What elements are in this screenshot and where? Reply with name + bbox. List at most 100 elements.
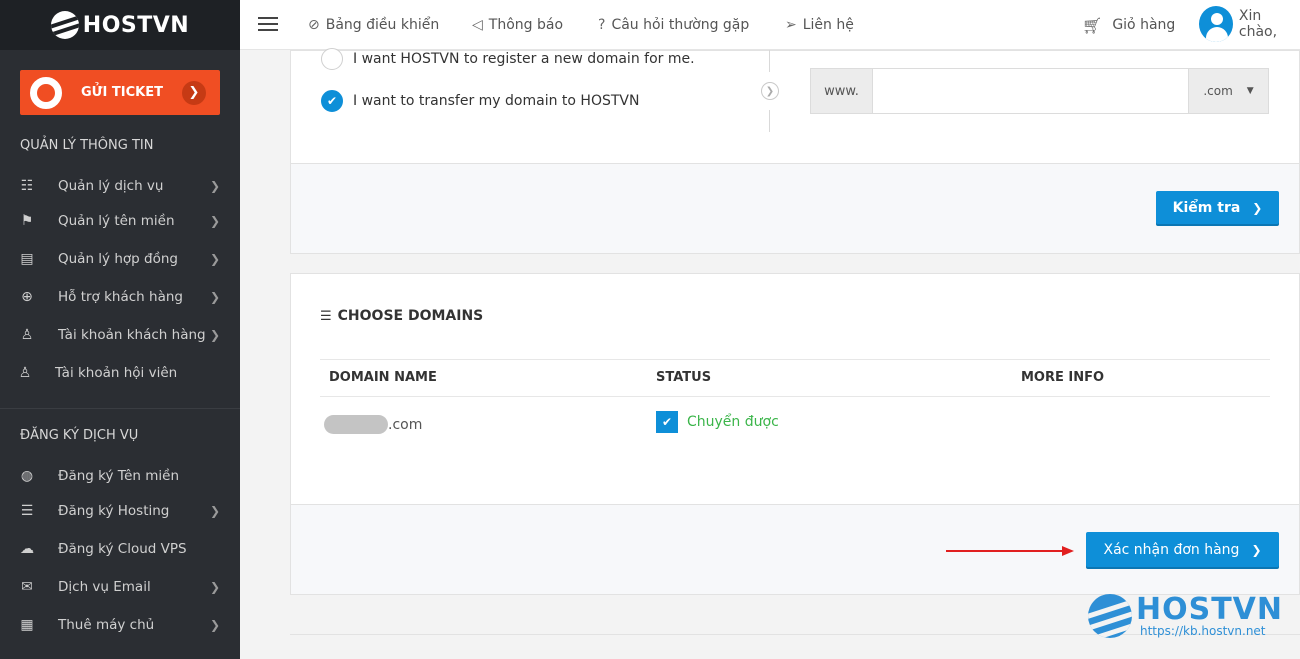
table-border (320, 396, 1270, 397)
avatar (1199, 6, 1233, 42)
chevron-right-icon: ❯ (1252, 200, 1263, 215)
sidebar-item-label: Quản lý tên miền (58, 213, 175, 229)
cloud-icon: ☁ (20, 541, 34, 557)
sidebar-item-support[interactable]: ⊕ Hỗ trợ khách hàng ❯ (0, 282, 240, 312)
option-register-domain[interactable]: I want HOSTVN to register a new domain f… (321, 48, 695, 70)
sidebar-item-label: Đăng ký Cloud VPS (58, 541, 187, 557)
chevron-right-icon: ❯ (1251, 542, 1262, 557)
greeting-label: Xin chào, (1238, 8, 1278, 40)
chevron-right-icon: ❯ (209, 214, 220, 228)
send-ticket-label: GỬI TICKET (81, 85, 163, 100)
cart-icon: 🛒︎ (1082, 15, 1103, 35)
paper-plane-icon: ➢ (785, 17, 797, 33)
redacted-domain-name (324, 415, 388, 434)
nav-faq[interactable]: ? Câu hỏi thường gặp (598, 0, 749, 50)
nav-dashboard-label: Bảng điều khiển (325, 17, 440, 33)
compass-icon: ⊘ (308, 17, 320, 33)
annotation-arrow (946, 546, 1074, 556)
sidebar-item-email[interactable]: ✉ Dịch vụ Email ❯ (0, 572, 240, 602)
globe-logo-icon (50, 11, 79, 39)
tld-select[interactable]: .com ▼ (1188, 69, 1268, 113)
domain-name-input[interactable] (873, 69, 1188, 113)
option-transfer-domain[interactable]: ✔ I want to transfer my domain to HOSTVN (321, 90, 639, 112)
user-icon: ♙ (20, 327, 34, 343)
globe-icon: ◍ (20, 468, 34, 484)
brand-name: HOSTVN (82, 12, 190, 38)
nav-dashboard[interactable]: ⊘ Bảng điều khiển (308, 0, 439, 50)
signpost-icon: ⚑ (20, 213, 34, 229)
sidebar-item-label: Đăng ký Tên miền (58, 468, 180, 484)
sidebar-item-server[interactable]: ▦ Thuê máy chủ ❯ (0, 610, 240, 640)
sidebar-item-register-domain[interactable]: ◍ Đăng ký Tên miền (0, 461, 240, 491)
question-circle-icon: ? (598, 17, 606, 33)
nav-contact-label: Liên hệ (802, 17, 854, 33)
watermark-brand: HOSTVN (1136, 592, 1284, 627)
www-prefix: www. (811, 69, 873, 113)
chevron-right-icon: ❯ (209, 328, 220, 342)
chevron-right-icon: ❯ (209, 580, 220, 594)
sidebar-item-member-account[interactable]: ♙ Tài khoản hội viên (0, 358, 240, 388)
nav-cart[interactable]: 🛒︎ Giỏ hàng (1082, 0, 1175, 50)
sidebar-item-domains[interactable]: ⚑ Quản lý tên miền ❯ (0, 206, 240, 236)
domain-input-group: www. .com ▼ (810, 68, 1269, 114)
server-icon: ▦ (20, 617, 34, 633)
list-icon: ☰ (320, 308, 332, 324)
option-register-label: I want HOSTVN to register a new domain f… (353, 51, 695, 67)
domain-cell: .com (388, 417, 423, 433)
divider (769, 110, 770, 132)
check-domain-label: Kiểm tra (1172, 199, 1241, 216)
sidebar-item-register-hosting[interactable]: ☰ Đăng ký Hosting ❯ (0, 496, 240, 526)
table-border (320, 359, 1270, 360)
sidebar-item-label: Thuê máy chủ (58, 617, 155, 633)
divider (769, 50, 770, 72)
sidebar-item-label: Dịch vụ Email (58, 579, 151, 595)
envelope-icon: ✉ (21, 579, 33, 595)
sidebar: HOSTVN GỬI TICKET ❯ QUẢN LÝ THÔNG TIN ☷ … (0, 0, 240, 659)
lifebuoy-icon (30, 76, 62, 109)
nav-notifications-label: Thông báo (488, 17, 564, 33)
chevron-right-circle-icon: ❯ (761, 82, 779, 100)
sidebar-item-label: Hỗ trợ khách hàng (58, 289, 183, 305)
sidebar-item-customer-account[interactable]: ♙ Tài khoản khách hàng ❯ (0, 320, 240, 350)
sidebar-item-contracts[interactable]: ▤ Quản lý hợp đồng ❯ (0, 244, 240, 274)
option-transfer-label: I want to transfer my domain to HOSTVN (353, 93, 640, 109)
megaphone-icon: ◁ (472, 17, 483, 33)
radio-register[interactable] (321, 48, 343, 70)
choose-domains-title-text: CHOOSE DOMAINS (337, 308, 484, 324)
nav-notifications[interactable]: ◁ Thông báo (472, 0, 563, 50)
status-cell[interactable]: ✔ Chuyển được (656, 411, 779, 433)
status-label: Chuyển được (687, 414, 779, 430)
lifebuoy-icon: ⊕ (21, 289, 33, 305)
chevron-right-icon: ❯ (209, 290, 220, 304)
chevron-right-icon: ❯ (209, 618, 220, 632)
chevron-right-icon: ❯ (209, 504, 220, 518)
contract-icon: ▤ (20, 251, 34, 267)
sidebar-item-label: Quản lý dịch vụ (58, 178, 164, 194)
sidebar-item-label: Tài khoản hội viên (55, 365, 178, 381)
radio-transfer[interactable]: ✔ (321, 90, 343, 112)
column-header-more-info: MORE INFO (1021, 370, 1105, 385)
chevron-right-icon: ❯ (182, 80, 206, 105)
check-domain-button[interactable]: Kiểm tra ❯ (1156, 191, 1279, 224)
sidebar-item-register-vps[interactable]: ☁ Đăng ký Cloud VPS (0, 534, 240, 564)
sidebar-item-label: Quản lý hợp đồng (58, 251, 178, 267)
checkbox-checked-icon[interactable]: ✔ (656, 411, 678, 433)
server-list-icon: ☰ (20, 503, 34, 519)
tld-value: .com (1203, 84, 1233, 98)
user-menu[interactable]: Xin chào, (1199, 6, 1300, 42)
sidebar-divider (0, 408, 240, 409)
nav-faq-label: Câu hỏi thường gặp (611, 17, 750, 33)
send-ticket-button[interactable]: GỬI TICKET ❯ (20, 70, 220, 115)
hamburger-menu-icon[interactable] (258, 17, 278, 32)
sidebar-item-services[interactable]: ☷ Quản lý dịch vụ ❯ (0, 171, 240, 201)
globe-logo-icon (1088, 594, 1132, 638)
column-header-domain: DOMAIN NAME (329, 370, 437, 385)
domain-options-footer (291, 163, 1299, 253)
confirm-order-button[interactable]: Xác nhận đơn hàng ❯ (1086, 532, 1279, 567)
section-title-services: ĐĂNG KÝ DỊCH VỤ (20, 428, 139, 443)
hostvn-logo[interactable]: HOSTVN (0, 0, 240, 50)
hostvn-watermark: HOSTVN https://kb.hostvn.net (1088, 592, 1288, 642)
topbar: ⊘ Bảng điều khiển ◁ Thông báo ? Câu hỏi … (240, 0, 1300, 50)
sidebar-item-label: Đăng ký Hosting (58, 503, 170, 519)
nav-contact[interactable]: ➢ Liên hệ (785, 0, 854, 50)
